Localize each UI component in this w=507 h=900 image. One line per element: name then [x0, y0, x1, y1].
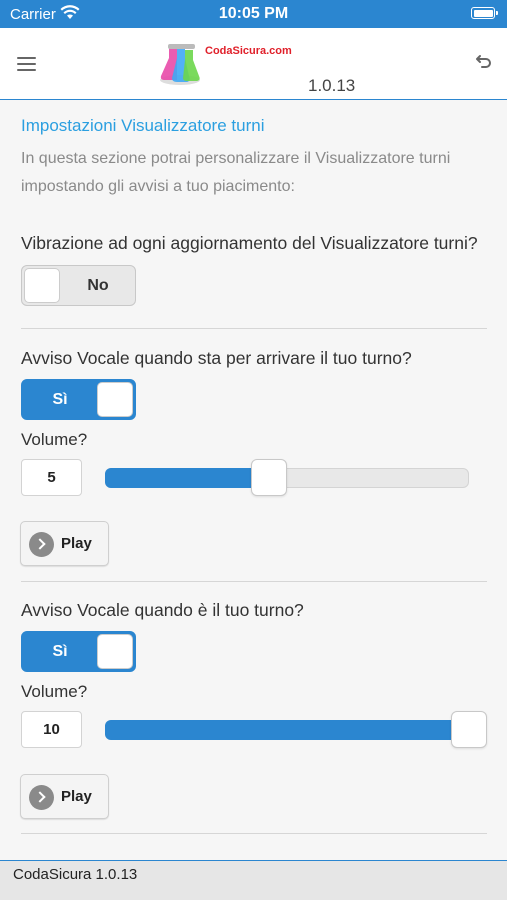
volume-value-near[interactable]: 5 [21, 459, 82, 496]
app-logo-icon [155, 38, 205, 88]
hamburger-icon[interactable] [17, 57, 36, 71]
section-title: Impostazioni Visualizzatore turni [21, 116, 265, 135]
toggle-label: No [87, 277, 109, 294]
footer: CodaSicura 1.0.13 [0, 860, 507, 900]
toggle-label: Sì [52, 643, 68, 660]
vibration-question: Vibrazione ad ogni aggiornamento del Vis… [21, 233, 478, 253]
nav-bar: CodaSicura.com 1.0.13 [0, 28, 507, 100]
slider-thumb[interactable] [250, 459, 287, 496]
chevron-right-icon [29, 532, 54, 557]
volume-slider-near[interactable] [105, 459, 469, 496]
volume-label: Volume? [21, 430, 88, 449]
volume-value-turn[interactable]: 10 [21, 711, 82, 748]
chevron-right-icon [29, 785, 54, 810]
slider-thumb[interactable] [451, 711, 487, 748]
divider [21, 833, 487, 834]
warning-turn-question: Avviso Vocale quando è il tuo turno? [21, 600, 304, 620]
warning-turn-toggle[interactable]: Sì [21, 631, 136, 672]
undo-icon[interactable] [473, 54, 491, 77]
slider-fill [105, 720, 469, 740]
footer-text: CodaSicura 1.0.13 [13, 866, 138, 883]
volume-label: Volume? [21, 682, 88, 701]
toggle-knob [97, 634, 133, 669]
status-bar: Carrier 10:05 PM [0, 0, 507, 28]
section-description: In questa sezione potrai personalizzare … [21, 150, 451, 195]
vibration-toggle[interactable]: No [21, 265, 136, 306]
toggle-knob [97, 382, 133, 417]
app-version: 1.0.13 [308, 76, 356, 95]
play-label: Play [61, 535, 92, 552]
volume-slider-turn[interactable] [105, 711, 487, 748]
play-button-near[interactable]: Play [20, 521, 109, 566]
slider-fill [105, 468, 269, 488]
warning-near-toggle[interactable]: Sì [21, 379, 136, 420]
brand-name: CodaSicura.com [205, 45, 292, 57]
clock: 10:05 PM [218, 5, 289, 22]
play-button-turn[interactable]: Play [20, 774, 109, 819]
divider [21, 328, 487, 329]
battery-icon [471, 7, 498, 19]
play-label: Play [61, 788, 92, 805]
divider [21, 581, 487, 582]
toggle-label: Sì [52, 391, 68, 408]
warning-near-question: Avviso Vocale quando sta per arrivare il… [21, 348, 412, 368]
toggle-knob [24, 268, 60, 303]
